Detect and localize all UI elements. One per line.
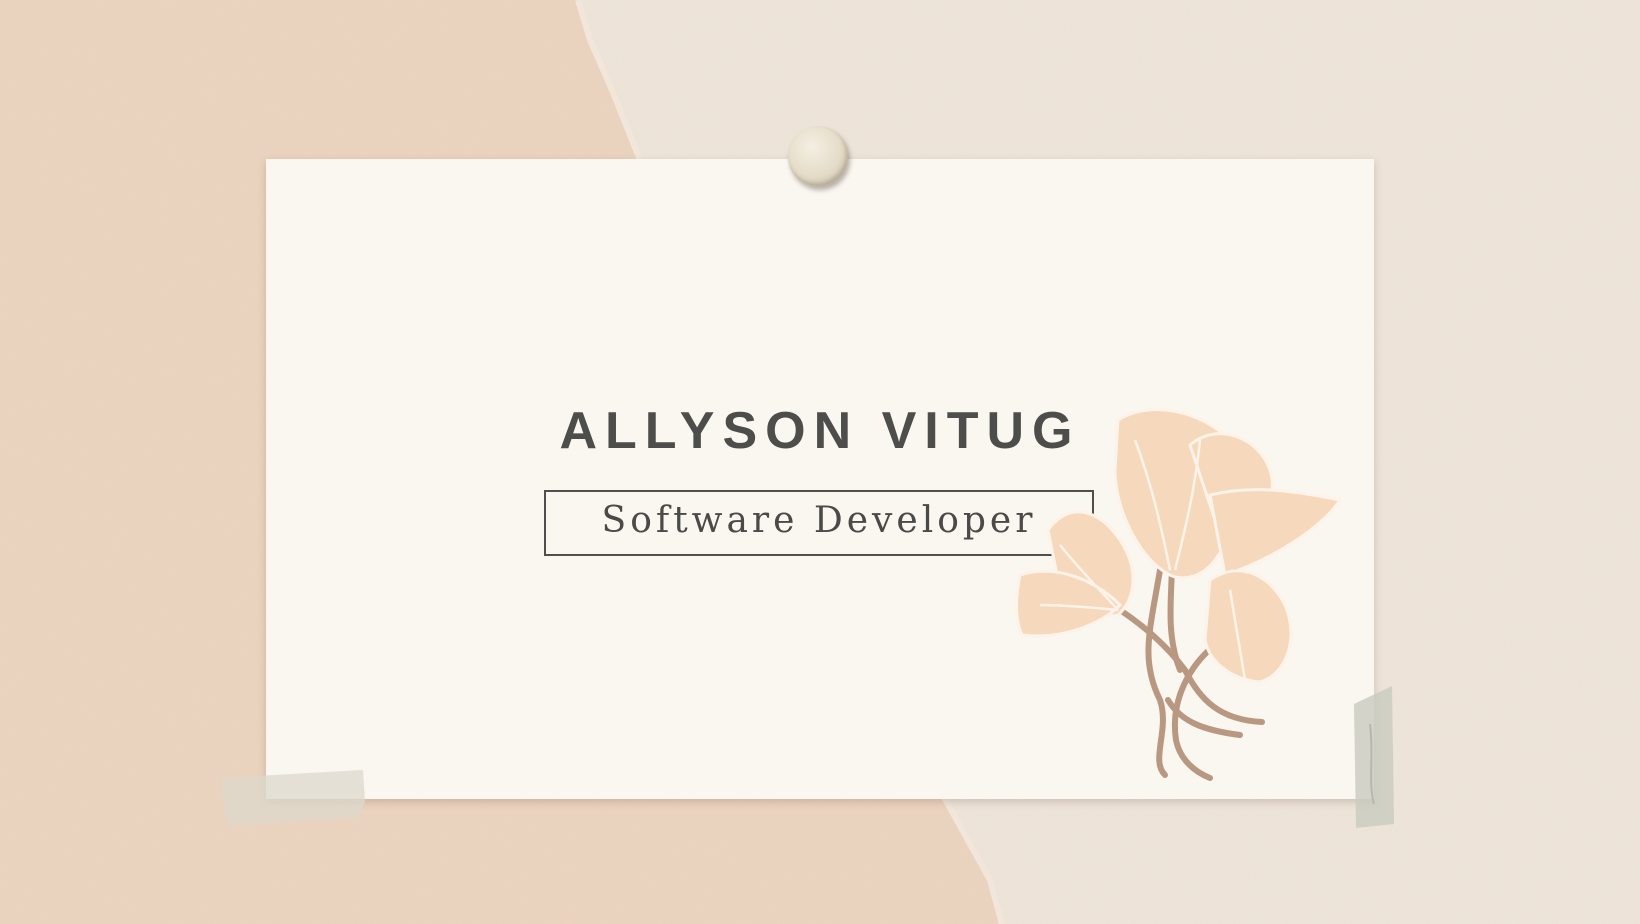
- pushpin-icon: [788, 126, 848, 186]
- magnolia-flower-illustration: [1015, 408, 1343, 781]
- masking-tape-left: [222, 770, 365, 826]
- masking-tape-right: [1354, 686, 1394, 828]
